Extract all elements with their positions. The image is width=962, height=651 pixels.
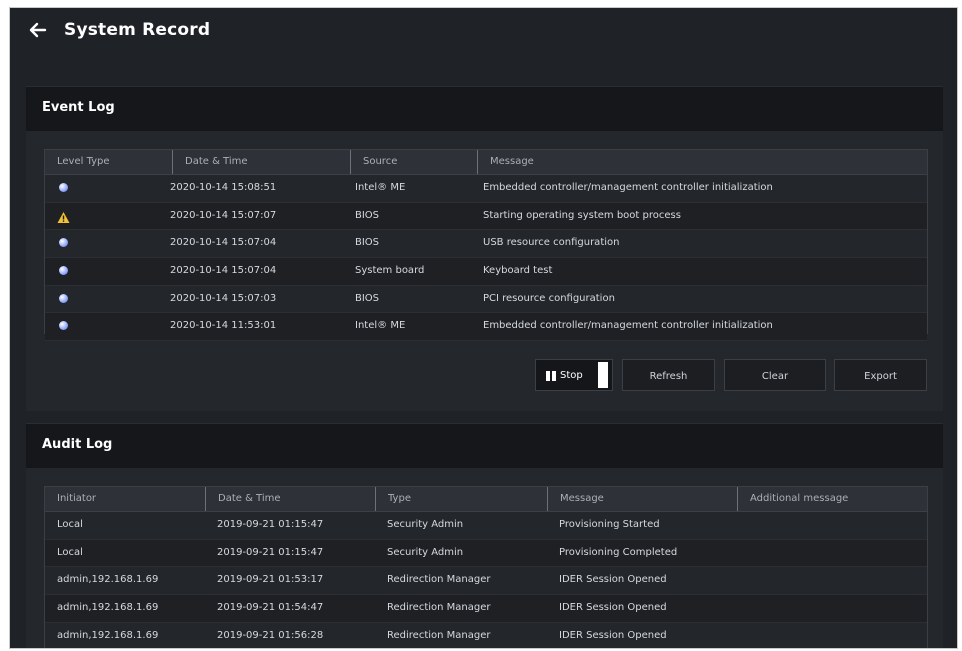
column-header-type[interactable]: Type	[375, 487, 547, 511]
datetime-cell: 2020-10-14 15:07:07	[170, 209, 277, 221]
initiator-cell: admin,192.168.1.69	[57, 629, 159, 641]
audit-log-section: Initiator Date & Time Type Message Addit…	[26, 468, 943, 648]
pause-icon	[546, 371, 556, 381]
source-cell: Intel® ME	[355, 182, 406, 193]
column-header-message[interactable]: Message	[547, 487, 737, 511]
message-cell: Provisioning Started	[559, 519, 660, 530]
audit-log-table: Initiator Date & Time Type Message Addit…	[44, 486, 928, 648]
table-row[interactable]: 2020-10-14 15:07:07 BIOS Starting operatin…	[45, 202, 927, 231]
additional-message-cell	[749, 567, 924, 593]
source-cell: Intel® ME	[355, 320, 406, 332]
event-log-header: Event Log	[26, 86, 943, 132]
type-cell: Redirection Manager	[387, 574, 491, 586]
column-header-initiator[interactable]: Initiator	[45, 487, 205, 511]
event-log-toolbar: Stop Refresh Clear Export	[535, 359, 927, 391]
event-log-title: Event Log	[42, 100, 115, 115]
info-dot-icon	[59, 238, 68, 248]
system-record-window: System Record Event Log Level Type Date …	[9, 7, 958, 649]
clear-button[interactable]: Clear	[724, 359, 826, 391]
stop-toggle-indicator	[598, 362, 608, 388]
table-row[interactable]: 2020-10-14 11:53:01 Intel® ME Embedded con…	[45, 313, 927, 342]
column-header-date-time[interactable]: Date & Time	[205, 487, 375, 511]
message-cell: Starting operating system boot process	[483, 209, 681, 221]
datetime-cell: 2019-09-21 01:53:17	[217, 574, 324, 586]
arrow-left-icon[interactable]	[28, 21, 48, 41]
audit-log-table-header: Initiator Date & Time Type Message Addit…	[45, 487, 927, 512]
datetime-cell: 2020-10-14 15:07:04	[170, 265, 277, 277]
source-cell: System board	[355, 265, 425, 277]
table-row[interactable]: Local 2019-09-21 01:15:47 Security Admin Pr…	[45, 539, 927, 568]
column-header-level-type[interactable]: Level Type	[45, 150, 172, 174]
event-log-table: Level Type Date & Time Source Message 20…	[44, 149, 928, 342]
initiator-cell: Local	[57, 546, 83, 558]
datetime-cell: 2019-09-21 01:54:47	[217, 602, 324, 614]
datetime-cell: 2020-10-14 15:08:51	[170, 182, 277, 193]
datetime-cell: 2020-10-14 15:07:03	[170, 292, 277, 304]
additional-message-cell	[749, 595, 924, 621]
datetime-cell: 2019-09-21 01:15:47	[217, 519, 324, 530]
audit-log-rows: Local 2019-09-21 01:15:47 Security Admin Pr…	[45, 512, 927, 648]
export-button[interactable]: Export	[834, 359, 927, 391]
type-cell: Security Admin	[387, 546, 464, 558]
message-cell: IDER Session Opened	[559, 602, 667, 614]
level-type-cell	[45, 258, 172, 284]
audit-log-title: Audit Log	[42, 437, 113, 452]
refresh-button[interactable]: Refresh	[622, 359, 715, 391]
table-row[interactable]: 2020-10-14 15:07:03 BIOS PCI resource conf…	[45, 285, 927, 314]
event-log-section: Level Type Date & Time Source Message 20…	[26, 131, 943, 411]
level-type-cell	[45, 230, 172, 256]
datetime-cell: 2020-10-14 11:53:01	[170, 320, 277, 332]
column-header-source[interactable]: Source	[350, 150, 477, 174]
message-cell: PCI resource configuration	[483, 292, 615, 304]
level-type-cell	[45, 313, 172, 339]
type-cell: Redirection Manager	[387, 629, 491, 641]
message-cell: IDER Session Opened	[559, 574, 667, 586]
table-row[interactable]: admin,192.168.1.69 2019-09-21 01:56:28 Red…	[45, 622, 927, 648]
message-cell: Embedded controller/management controlle…	[483, 320, 773, 332]
source-cell: BIOS	[355, 292, 380, 304]
table-row[interactable]: admin,192.168.1.69 2019-09-21 01:53:17 Red…	[45, 567, 927, 596]
page-title: System Record	[64, 20, 211, 40]
event-log-rows: 2020-10-14 15:08:51 Intel® ME Embedded con…	[45, 175, 927, 342]
table-row[interactable]: 2020-10-14 15:08:51 Intel® ME Embedded con…	[45, 175, 927, 203]
additional-message-cell	[749, 623, 924, 648]
type-cell: Security Admin	[387, 519, 464, 530]
info-dot-icon	[59, 183, 68, 192]
stop-button[interactable]: Stop	[535, 359, 613, 391]
info-dot-icon	[59, 321, 68, 331]
table-row[interactable]: Local 2019-09-21 01:15:47 Security Admin Pr…	[45, 512, 927, 540]
initiator-cell: admin,192.168.1.69	[57, 574, 159, 586]
datetime-cell: 2019-09-21 01:15:47	[217, 546, 324, 558]
table-row[interactable]: 2020-10-14 15:07:04 BIOS USB resource conf…	[45, 230, 927, 259]
additional-message-cell	[749, 512, 924, 538]
info-dot-icon	[59, 293, 68, 303]
warning-triangle-icon	[57, 209, 70, 223]
message-cell: Keyboard test	[483, 265, 553, 277]
message-cell: USB resource configuration	[483, 237, 620, 249]
audit-log-header: Audit Log	[26, 423, 943, 469]
message-cell: Embedded controller/management controlle…	[483, 182, 773, 193]
message-cell: IDER Session Opened	[559, 629, 667, 641]
initiator-cell: Local	[57, 519, 83, 530]
event-log-table-header: Level Type Date & Time Source Message	[45, 150, 927, 175]
initiator-cell: admin,192.168.1.69	[57, 602, 159, 614]
level-type-cell	[45, 286, 172, 312]
level-type-cell	[45, 203, 172, 229]
level-type-cell	[45, 175, 172, 201]
info-dot-icon	[59, 266, 68, 276]
message-cell: Provisioning Completed	[559, 546, 678, 558]
table-row[interactable]: 2020-10-14 15:07:04 System board Keyboard …	[45, 258, 927, 286]
datetime-cell: 2020-10-14 15:07:04	[170, 237, 277, 249]
column-header-additional-message[interactable]: Additional message	[737, 487, 927, 511]
column-header-message[interactable]: Message	[477, 150, 927, 174]
additional-message-cell	[749, 540, 924, 566]
top-bar: System Record	[10, 8, 957, 58]
source-cell: BIOS	[355, 209, 380, 221]
type-cell: Redirection Manager	[387, 602, 491, 614]
column-header-date-time[interactable]: Date & Time	[172, 150, 350, 174]
table-row[interactable]: admin,192.168.1.69 2019-09-21 01:54:47 Red…	[45, 595, 927, 623]
source-cell: BIOS	[355, 237, 380, 249]
datetime-cell: 2019-09-21 01:56:28	[217, 629, 324, 641]
